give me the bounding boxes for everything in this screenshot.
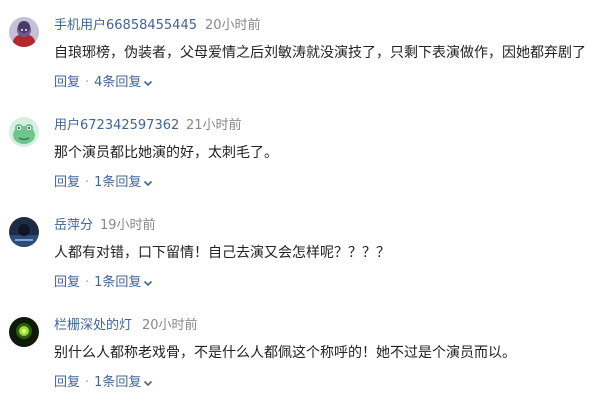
chevron-down-icon[interactable] (143, 378, 153, 388)
view-replies-button[interactable]: 1条回复 (94, 374, 141, 392)
comment-text: 别什么人都称老戏骨，不是什么人都佩这个称呼的！她不过是个演员而以。 (54, 345, 516, 361)
comment-timestamp: 21小时前 (186, 118, 242, 133)
view-replies-button[interactable]: 4条回复 (94, 74, 141, 92)
comment-actions: 回复 · 1条回复 (54, 274, 153, 292)
comment-item: 岳萍分 19小时前 人都有对错，口下留情！自己去演又会怎样呢？？？？ 回复 · … (0, 211, 600, 311)
comment-item: 栏栅深处的灯 20小时前 别什么人都称老戏骨，不是什么人都佩这个称呼的！她不过是… (0, 311, 600, 411)
separator-dot: · (85, 75, 90, 90)
comment-actions: 回复 · 1条回复 (54, 174, 153, 192)
reply-button[interactable]: 回复 (54, 274, 80, 292)
comment-timestamp: 20小时前 (142, 318, 198, 333)
comment-item: 用户672342597362 21小时前 那个演员都比她演的好，太刺毛了。 回复… (0, 111, 600, 211)
comment-text: 人都有对错，口下留情！自己去演又会怎样呢？？？？ (54, 245, 390, 261)
comment-username[interactable]: 岳萍分 (54, 217, 93, 235)
comment-actions: 回复 · 1条回复 (54, 374, 153, 392)
reply-button[interactable]: 回复 (54, 74, 80, 92)
avatar-green-light-icon[interactable] (9, 317, 39, 347)
separator-dot: · (85, 375, 90, 390)
separator-dot: · (85, 175, 90, 190)
comment-username[interactable]: 栏栅深处的灯 (54, 317, 132, 335)
comment-timestamp: 20小时前 (205, 18, 261, 33)
comment-actions: 回复 · 4条回复 (54, 74, 153, 92)
comment-text: 那个演员都比她演的好，太刺毛了。 (54, 145, 278, 161)
comment-username[interactable]: 用户672342597362 (54, 117, 179, 135)
view-replies-button[interactable]: 1条回复 (94, 274, 141, 292)
reply-button[interactable]: 回复 (54, 174, 80, 192)
comment-item: 手机用户66858455445 20小时前 自琅琊榜，伪装者，父母爱情之后刘敏涛… (0, 11, 600, 111)
chevron-down-icon[interactable] (143, 178, 153, 188)
comment-timestamp: 19小时前 (100, 218, 156, 233)
avatar-dark-photo-icon[interactable] (9, 217, 39, 247)
separator-dot: · (85, 275, 90, 290)
chevron-down-icon[interactable] (143, 278, 153, 288)
avatar-purple-face-icon[interactable] (9, 17, 39, 47)
comment-text: 自琅琊榜，伪装者，父母爱情之后刘敏涛就没演技了，只剩下表演做作，因她都弃剧了 (54, 45, 586, 61)
comment-username[interactable]: 手机用户66858455445 (54, 17, 197, 35)
chevron-down-icon[interactable] (143, 78, 153, 88)
view-replies-button[interactable]: 1条回复 (94, 174, 141, 192)
reply-button[interactable]: 回复 (54, 374, 80, 392)
avatar-green-frog-icon[interactable] (9, 117, 39, 147)
